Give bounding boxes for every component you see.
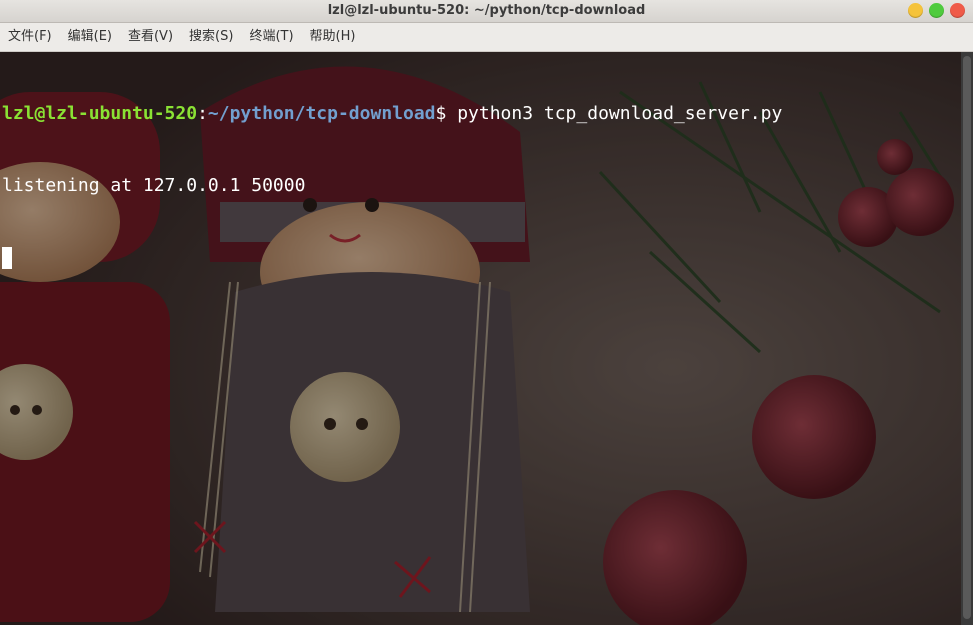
prompt-line: lzl@lzl-ubuntu-520:~/python/tcp-download… xyxy=(2,102,782,126)
menu-help[interactable]: 帮助(H) xyxy=(302,23,364,51)
window-controls xyxy=(908,3,965,18)
menu-bar: 文件(F) 编辑(E) 查看(V) 搜索(S) 终端(T) 帮助(H) xyxy=(0,23,973,52)
menu-edit[interactable]: 编辑(E) xyxy=(60,23,120,51)
menu-terminal[interactable]: 终端(T) xyxy=(241,23,301,51)
prompt-symbol: $ xyxy=(435,103,458,124)
minimize-button[interactable] xyxy=(908,3,923,18)
cursor-line xyxy=(2,246,782,270)
prompt-user: lzl@lzl-ubuntu-520 xyxy=(2,103,198,124)
prompt-separator: : xyxy=(197,103,208,124)
text-cursor xyxy=(2,247,12,269)
terminal-output: lzl@lzl-ubuntu-520:~/python/tcp-download… xyxy=(2,54,782,294)
title-bar: lzl@lzl-ubuntu-520: ~/python/tcp-downloa… xyxy=(0,0,973,23)
prompt-path: ~/python/tcp-download xyxy=(207,103,436,124)
scrollbar-thumb[interactable] xyxy=(963,56,971,619)
menu-search[interactable]: 搜索(S) xyxy=(181,23,241,51)
output-line: listening at 127.0.0.1 50000 xyxy=(2,175,306,196)
terminal-scrollbar[interactable] xyxy=(961,52,973,625)
command-text: python3 tcp_download_server.py xyxy=(457,103,783,124)
menu-view[interactable]: 查看(V) xyxy=(120,23,181,51)
menu-file[interactable]: 文件(F) xyxy=(0,23,60,51)
window-title: lzl@lzl-ubuntu-520: ~/python/tcp-downloa… xyxy=(327,3,646,18)
maximize-button[interactable] xyxy=(929,3,944,18)
close-button[interactable] xyxy=(950,3,965,18)
